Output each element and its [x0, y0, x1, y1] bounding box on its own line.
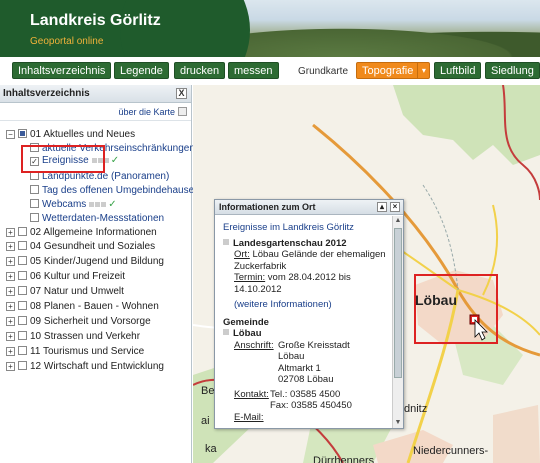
popup-section-title[interactable]: Ereignisse im Landkreis Görlitz [223, 222, 389, 234]
basemap-luftbild-button[interactable]: Luftbild [434, 62, 482, 79]
tree-group-01[interactable]: −01 Aktuelles und Neues [6, 128, 135, 141]
event-ort: Ort: Löbau Gelände der ehemaligen Zucker… [234, 249, 386, 272]
toc-panel-title: Inhaltsverzeichnis [3, 88, 90, 99]
gemeinde-email-label: E-Mail: [234, 411, 264, 423]
scroll-up-icon[interactable]: ▲ [393, 216, 403, 226]
tree-group-08[interactable]: +08 Planen - Bauen - Wohnen [6, 300, 159, 313]
basemap-siedlung-button[interactable]: Siedlung [485, 62, 540, 79]
group-checkbox[interactable] [18, 361, 27, 370]
expand-icon[interactable]: + [6, 332, 15, 341]
chevron-down-icon[interactable]: ▾ [417, 63, 429, 78]
highlight-box-ereignisse [21, 145, 105, 173]
expand-icon[interactable]: + [6, 302, 15, 311]
scroll-thumb[interactable] [394, 228, 402, 378]
close-icon[interactable]: × [390, 202, 400, 212]
layer-checkbox[interactable] [30, 185, 39, 194]
group-checkbox[interactable] [18, 241, 27, 250]
map-label-dnitz: dnitz [404, 403, 428, 415]
more-info-link[interactable]: (weitere Informationen) [223, 299, 389, 311]
group-checkbox[interactable] [18, 346, 27, 355]
expand-icon[interactable]: + [6, 287, 15, 296]
expand-icon[interactable]: + [6, 257, 15, 266]
app-title: Landkreis Görlitz [30, 12, 161, 29]
tree-group-05[interactable]: +05 Kinder/Jugend und Bildung [6, 255, 164, 268]
group-checkbox[interactable] [18, 316, 27, 325]
toolbar: Inhaltsverzeichnis Legende drucken messe… [0, 57, 540, 85]
group-checkbox[interactable] [18, 271, 27, 280]
gemeinde-anschrift: Anschrift: Große Kreisstadt Löbau Altmar… [234, 339, 350, 386]
group-checkbox[interactable] [18, 286, 27, 295]
layer-checkbox[interactable] [30, 199, 39, 208]
basemap-topografie-button[interactable]: Topografie ▾ [356, 62, 431, 79]
popup-scrollbar[interactable]: ▲ ▼ [392, 216, 403, 428]
tree-group-06[interactable]: +06 Kultur und Freizeit [6, 270, 125, 283]
legend-button[interactable]: Legende [114, 62, 169, 79]
tree-group-07[interactable]: +07 Natur und Umwelt [6, 285, 124, 298]
expand-icon[interactable]: + [6, 228, 15, 237]
map-label-ai: ai [201, 415, 210, 427]
about-map-link[interactable]: über die Karte [118, 107, 175, 117]
tree-group-10[interactable]: +10 Strassen und Verkehr [6, 330, 140, 343]
expand-icon[interactable]: + [6, 362, 15, 371]
map-label-be: Be [201, 385, 215, 397]
group-checkbox[interactable] [18, 256, 27, 265]
basemap-label: Grundkarte [298, 66, 349, 77]
layer-checkbox[interactable] [30, 213, 39, 222]
map-info-link-row: über die Karte [0, 103, 191, 121]
event-termin: Termin: vom 28.04.2012 bis 14.10.2012 [234, 272, 351, 295]
toc-panel-header: Inhaltsverzeichnis X [0, 85, 191, 103]
toc-button[interactable]: Inhaltsverzeichnis [12, 62, 112, 79]
info-popup: Informationen zum Ort ▴ × Ereignisse im … [214, 199, 404, 429]
tree-group-02[interactable]: +02 Allgemeine Informationen [6, 226, 157, 239]
close-icon[interactable]: X [176, 88, 187, 99]
gemeinde-heading: Gemeinde [223, 316, 269, 328]
gemeinde-kontakt: Kontakt: Tel.: 03585 4500 Fax: 03585 450… [234, 388, 352, 412]
map-label-ka: ka [205, 443, 217, 455]
checkmark-icon: ✓ [108, 199, 117, 210]
expand-icon[interactable]: + [6, 272, 15, 281]
event-name: Landesgartenschau 2012 [223, 238, 389, 250]
checkmark-icon: ✓ [110, 155, 120, 166]
tree-item-webcams[interactable]: Webcams ✓ [30, 198, 117, 211]
tree-group-12[interactable]: +12 Wirtschaft und Entwicklung [6, 360, 164, 373]
map-label-lobau: Löbau [415, 292, 457, 308]
tree-item-umgebindehaus[interactable]: Tag des offenen Umgebindehauses [30, 184, 199, 197]
expand-icon[interactable]: + [6, 317, 15, 326]
group-checkbox[interactable] [18, 227, 27, 236]
transparency-icon[interactable] [89, 198, 107, 211]
group-checkbox[interactable] [18, 129, 27, 138]
toc-panel: Inhaltsverzeichnis X über die Karte −01 … [0, 85, 199, 463]
collapse-popup-icon[interactable]: ▴ [377, 202, 387, 212]
info-icon[interactable] [178, 107, 187, 116]
gemeinde-name: Löbau [223, 328, 389, 340]
tree-group-11[interactable]: +11 Tourismus und Service [6, 345, 144, 358]
popup-content: Ereignisse im Landkreis Görlitz Landesga… [215, 216, 393, 428]
tree-group-04[interactable]: +04 Gesundheit und Soziales [6, 240, 155, 253]
collapse-icon[interactable]: − [6, 130, 15, 139]
app-header: Landkreis Görlitz Geoportal online [0, 0, 540, 57]
tree-group-09[interactable]: +09 Sicherheit und Vorsorge [6, 315, 151, 328]
expand-icon[interactable]: + [6, 242, 15, 251]
app-subtitle: Geoportal online [30, 36, 104, 47]
tree-item-wetterdaten[interactable]: Wetterdaten-Messstationen [30, 212, 164, 225]
map-label-durrhennersdorf: Dürrhenners [313, 455, 375, 463]
bullet-icon [223, 329, 229, 335]
print-button[interactable]: drucken [174, 62, 226, 79]
expand-icon[interactable]: + [6, 347, 15, 356]
scroll-down-icon[interactable]: ▼ [393, 418, 403, 428]
bullet-icon [223, 238, 229, 245]
group-checkbox[interactable] [18, 331, 27, 340]
measure-button[interactable]: messen [228, 62, 279, 79]
popup-header: Informationen zum Ort ▴ × [215, 200, 403, 215]
group-checkbox[interactable] [18, 301, 27, 310]
map-label-niedercunners: Niedercunners- [413, 445, 489, 457]
basemap-topografie-label: Topografie [362, 65, 414, 77]
popup-title: Informationen zum Ort [219, 202, 316, 212]
